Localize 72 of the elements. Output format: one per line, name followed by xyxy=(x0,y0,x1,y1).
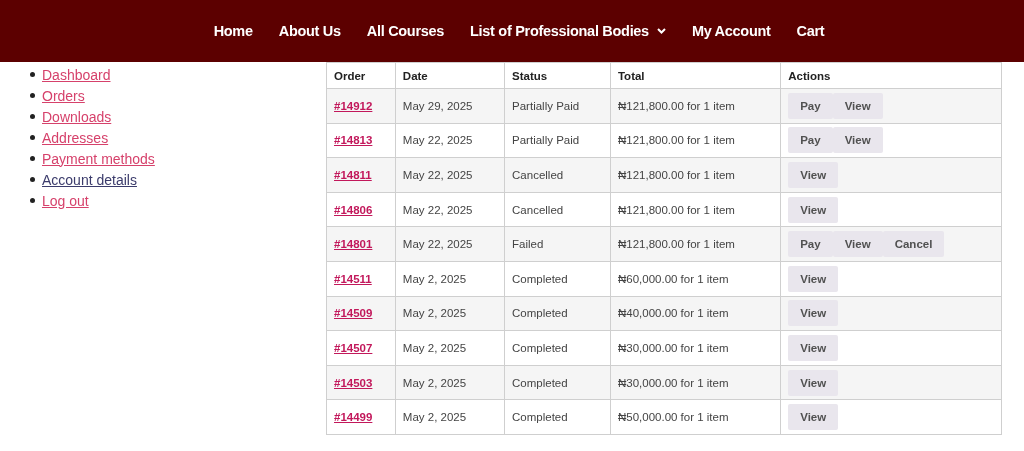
action-button[interactable]: Pay xyxy=(788,231,833,258)
table-cell: Failed xyxy=(504,226,611,262)
table-cell: Cancelled xyxy=(504,157,611,193)
bullet-icon xyxy=(30,198,35,203)
table-cell: Completed xyxy=(504,399,611,435)
account-menu-link[interactable]: Orders xyxy=(42,87,85,104)
action-button[interactable]: View xyxy=(832,127,883,154)
table-cell: May 22, 2025 xyxy=(395,192,505,227)
order-link[interactable]: #14811 xyxy=(334,169,372,181)
action-button[interactable]: View xyxy=(788,162,839,188)
bullet-icon xyxy=(30,135,35,140)
action-button[interactable]: Cancel xyxy=(882,231,945,258)
account-menu-link[interactable]: Payment methods xyxy=(42,150,155,167)
action-button[interactable]: View xyxy=(832,231,883,258)
action-button[interactable]: View xyxy=(788,334,839,361)
chevron-down-icon xyxy=(656,28,666,34)
account-menu-link[interactable]: Addresses xyxy=(42,129,109,146)
table-cell: ₦121,800.00 for 1 item xyxy=(610,192,781,227)
table-cell: May 2, 2025 xyxy=(395,365,505,400)
table-cell: May 2, 2025 xyxy=(395,261,505,297)
column-header: Total xyxy=(610,62,781,89)
table-cell: May 29, 2025 xyxy=(395,88,505,124)
action-button[interactable]: Pay xyxy=(788,92,833,119)
bullet-icon xyxy=(30,72,35,77)
table-cell: ₦60,000.00 for 1 item xyxy=(610,261,781,297)
table-cell: May 2, 2025 xyxy=(395,399,505,435)
column-header: Date xyxy=(395,62,505,89)
nav-link[interactable]: Cart xyxy=(796,23,825,39)
action-button[interactable]: Pay xyxy=(788,127,833,154)
table-cell: Completed xyxy=(504,296,611,331)
table-cell: May 22, 2025 xyxy=(395,123,505,158)
action-button[interactable]: View xyxy=(788,404,839,431)
action-button[interactable]: View xyxy=(788,265,839,292)
table-cell: May 22, 2025 xyxy=(395,226,505,262)
account-menu-link[interactable]: Downloads xyxy=(42,108,112,125)
table-cell: Partially Paid xyxy=(504,123,611,158)
table-cell: ₦30,000.00 for 1 item xyxy=(610,330,781,366)
action-button[interactable]: View xyxy=(832,92,883,119)
table-cell: May 2, 2025 xyxy=(395,296,505,331)
account-menu-link[interactable]: Account details xyxy=(42,171,137,188)
table-cell: May 22, 2025 xyxy=(395,157,505,193)
action-button[interactable]: View xyxy=(788,196,839,223)
table-cell: ₦121,800.00 for 1 item xyxy=(610,226,781,262)
table-cell: ₦121,800.00 for 1 item xyxy=(610,157,781,193)
order-link[interactable]: #14511 xyxy=(334,272,372,285)
bullet-icon xyxy=(30,177,35,182)
table-cell: ₦40,000.00 for 1 item xyxy=(610,296,781,331)
account-menu-link[interactable]: Log out xyxy=(42,192,89,209)
bullet-icon xyxy=(30,93,35,98)
table-cell: Completed xyxy=(504,330,611,366)
action-button[interactable]: View xyxy=(788,300,839,327)
account-menu-link[interactable]: Dashboard xyxy=(42,66,111,83)
table-cell: Completed xyxy=(504,365,611,400)
table-cell: ₦30,000.00 for 1 item xyxy=(610,365,781,400)
nav-link[interactable]: Home xyxy=(213,23,253,39)
nav-link[interactable]: My Account xyxy=(691,23,771,39)
table-cell: May 2, 2025 xyxy=(395,330,505,366)
table-cell: ₦50,000.00 for 1 item xyxy=(610,399,781,435)
action-button[interactable]: View xyxy=(788,369,839,396)
table-cell: Partially Paid xyxy=(504,88,611,124)
table-cell: ₦121,800.00 for 1 item xyxy=(610,88,781,124)
nav-link[interactable]: About Us xyxy=(278,23,341,39)
column-header: Order xyxy=(326,62,396,89)
table-cell: Completed xyxy=(504,261,611,297)
column-header: Actions xyxy=(780,62,1002,89)
bullet-icon xyxy=(30,156,35,161)
nav-link[interactable]: List of Professional Bodies xyxy=(470,23,666,39)
nav-link[interactable]: All Courses xyxy=(366,23,445,39)
column-header: Status xyxy=(504,62,611,89)
table-cell: Cancelled xyxy=(504,192,611,227)
table-cell: ₦121,800.00 for 1 item xyxy=(610,123,781,158)
bullet-icon xyxy=(30,114,35,119)
